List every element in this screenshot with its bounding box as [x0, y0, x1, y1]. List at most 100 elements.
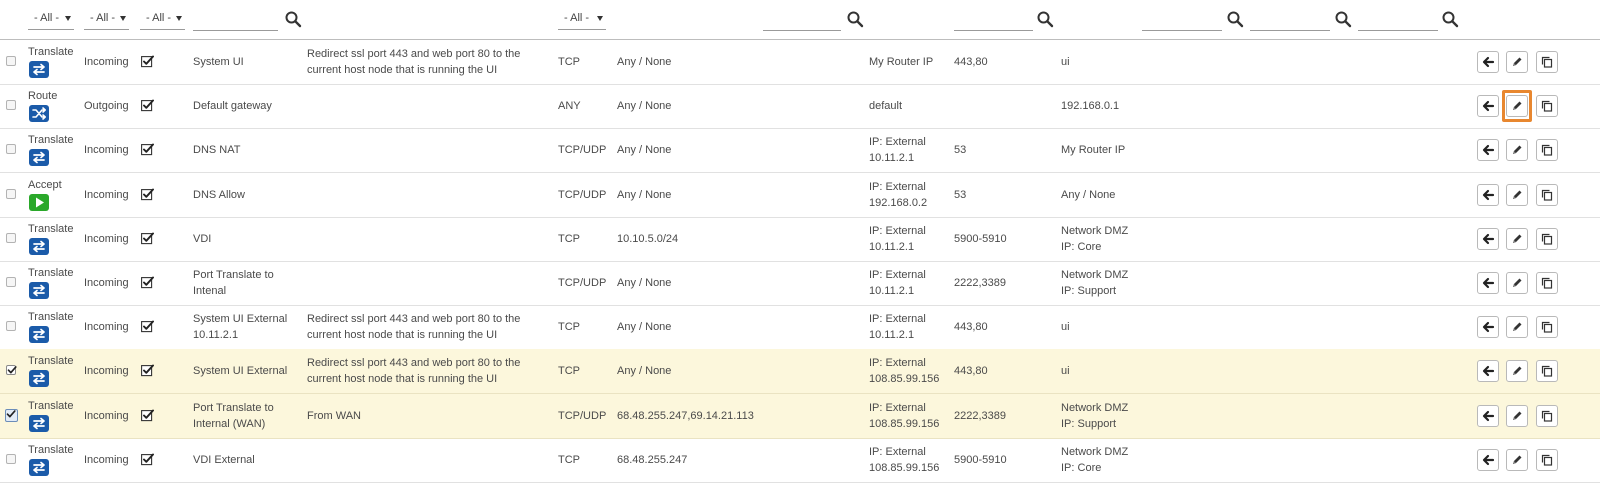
rule-name-cell: System UI External	[193, 365, 288, 377]
destination-filter-input[interactable]	[954, 11, 1033, 31]
duplicate-button[interactable]	[1536, 316, 1558, 338]
enabled-check-icon	[141, 276, 154, 289]
description-cell: Redirect ssl port 443 and web port 80 to…	[307, 48, 521, 76]
duplicate-button[interactable]	[1536, 95, 1558, 117]
chevron-down-icon	[65, 16, 71, 21]
duplicate-button[interactable]	[1536, 360, 1558, 382]
port-cell: 53	[954, 144, 967, 156]
row-select-checkbox[interactable]	[6, 454, 16, 464]
move-button[interactable]	[1477, 316, 1499, 338]
edit-button[interactable]	[1506, 272, 1528, 294]
chevron-down-icon	[176, 16, 182, 21]
search-icon[interactable]	[1441, 10, 1459, 28]
search-icon[interactable]	[846, 10, 864, 28]
destination-cell: default	[869, 100, 903, 112]
move-button[interactable]	[1477, 449, 1499, 471]
filter-input-extra-1[interactable]	[1250, 11, 1330, 31]
move-button[interactable]	[1477, 272, 1499, 294]
move-button[interactable]	[1477, 51, 1499, 73]
duplicate-button[interactable]	[1536, 184, 1558, 206]
duplicate-button[interactable]	[1536, 51, 1558, 73]
duplicate-button[interactable]	[1536, 405, 1558, 427]
action-label: Translate	[28, 400, 74, 412]
table-row[interactable]: Translate Incoming DNS NAT TCP/UDP Any / Non…	[0, 128, 1600, 173]
port-cell: 2222,3389	[954, 410, 1006, 422]
row-select-checkbox[interactable]	[6, 365, 17, 375]
table-row[interactable]: Accept Incoming DNS Allow TCP/UDP Any / None…	[0, 173, 1600, 218]
source-cell: Any / None	[617, 100, 672, 112]
action-filter-select[interactable]: - All -	[28, 11, 74, 30]
protocol-filter-value: - All -	[564, 12, 590, 24]
table-row[interactable]: Translate Incoming System UI Redirect ssl p…	[0, 40, 1600, 85]
direction-filter-select[interactable]: - All -	[84, 11, 129, 30]
move-button[interactable]	[1477, 184, 1499, 206]
swap-icon	[29, 459, 49, 476]
filter-input-extra-2[interactable]	[1358, 11, 1438, 31]
row-select-checkbox[interactable]	[6, 277, 16, 287]
enabled-check-icon	[141, 409, 154, 422]
protocol-filter-select[interactable]: - All -	[558, 11, 606, 30]
direction-cell: Incoming	[84, 233, 129, 245]
table-row[interactable]: Translate Incoming System UI External 10.1…	[0, 305, 1600, 350]
row-select-checkbox[interactable]	[6, 321, 16, 331]
source-cell: Any / None	[617, 56, 672, 68]
target-cell: Any / None	[1061, 189, 1116, 201]
source-filter-input[interactable]	[763, 11, 841, 31]
table-row[interactable]: Route Outgoing Default gateway ANY Any / Non…	[0, 84, 1600, 129]
direction-cell: Incoming	[84, 277, 129, 289]
search-icon[interactable]	[1334, 10, 1352, 28]
target-cell: Network DMZ IP: Support	[1061, 269, 1129, 297]
move-button[interactable]	[1477, 95, 1499, 117]
row-select-checkbox[interactable]	[6, 189, 16, 199]
edit-button[interactable]	[1506, 405, 1528, 427]
target-cell: ui	[1061, 56, 1070, 68]
search-icon[interactable]	[284, 10, 302, 28]
filter-bar: - All - - All - - All - - All -	[0, 0, 1600, 40]
duplicate-button[interactable]	[1536, 139, 1558, 161]
table-row[interactable]: Translate Incoming Port Translate to Inter…	[0, 394, 1600, 439]
edit-button[interactable]	[1506, 184, 1528, 206]
protocol-cell: TCP/UDP	[558, 144, 607, 156]
rule-name-cell: VDI External	[193, 454, 255, 466]
table-row[interactable]: Translate Incoming System UI External Redir…	[0, 349, 1600, 394]
enabled-check-icon	[141, 99, 154, 112]
duplicate-button[interactable]	[1536, 272, 1558, 294]
table-row[interactable]: Translate Incoming VDI TCP 10.10.5.0/24 IP: E…	[0, 217, 1600, 262]
row-select-checkbox[interactable]	[6, 100, 16, 110]
move-button[interactable]	[1477, 405, 1499, 427]
edit-button[interactable]	[1506, 316, 1528, 338]
move-button[interactable]	[1477, 228, 1499, 250]
edit-button[interactable]	[1506, 139, 1528, 161]
row-select-checkbox[interactable]	[5, 409, 18, 422]
enabled-filter-select[interactable]: - All -	[140, 11, 185, 30]
edit-button[interactable]	[1506, 51, 1528, 73]
row-select-checkbox[interactable]	[6, 56, 16, 66]
action-label: Translate	[28, 46, 74, 58]
action-label: Translate	[28, 223, 74, 235]
port-cell: 443,80	[954, 321, 988, 333]
edit-button[interactable]	[1506, 449, 1528, 471]
row-select-checkbox[interactable]	[6, 144, 16, 154]
name-filter-input[interactable]	[193, 11, 278, 31]
edit-button[interactable]	[1506, 95, 1528, 117]
table-row[interactable]: Translate Incoming Port Translate to Inten…	[0, 261, 1600, 306]
move-button[interactable]	[1477, 139, 1499, 161]
edit-button[interactable]	[1506, 360, 1528, 382]
duplicate-button[interactable]	[1536, 449, 1558, 471]
enabled-check-icon	[141, 453, 154, 466]
search-icon[interactable]	[1036, 10, 1054, 28]
move-button[interactable]	[1477, 360, 1499, 382]
source-cell: Any / None	[617, 321, 672, 333]
direction-cell: Outgoing	[84, 100, 129, 112]
target-cell: My Router IP	[1061, 144, 1126, 156]
destination-cell: IP: External 108.85.99.156	[869, 446, 940, 474]
duplicate-button[interactable]	[1536, 228, 1558, 250]
edit-button[interactable]	[1506, 228, 1528, 250]
table-row[interactable]: Translate Incoming VDI External TCP 68.48.25…	[0, 438, 1600, 483]
rule-name-cell: VDI	[193, 233, 212, 245]
enabled-check-icon	[141, 232, 154, 245]
row-select-checkbox[interactable]	[6, 233, 16, 243]
search-icon[interactable]	[1226, 10, 1244, 28]
target-filter-input[interactable]	[1142, 11, 1222, 31]
enabled-check-icon	[141, 55, 154, 68]
